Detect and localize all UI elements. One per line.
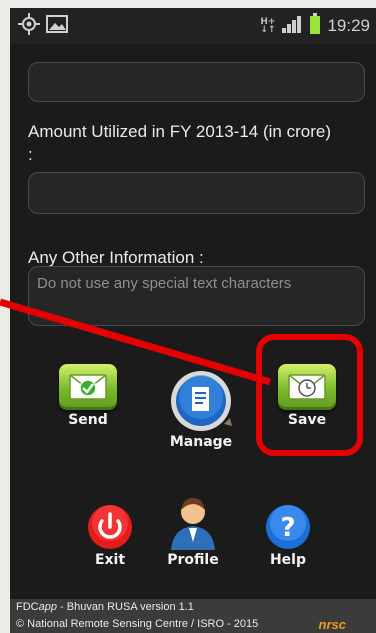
app-version: - Bhuvan RUSA version 1.1: [56, 601, 194, 613]
exit-button[interactable]: Exit: [80, 504, 140, 568]
svg-text:?: ?: [280, 513, 295, 543]
question-icon: ?: [265, 504, 311, 550]
app-screen: H+ ↓↑ 19:29 Amount Utilized in FY 2013-1…: [10, 8, 376, 633]
user-icon: [165, 492, 221, 550]
app-name-prefix: FDC: [16, 601, 39, 613]
battery-icon: [309, 13, 321, 39]
network-type: H+ ↓↑: [260, 18, 276, 35]
crosshair-icon: [18, 13, 40, 39]
amount-utilized-label-text: Amount Utilized in FY 2013-14 (in crore): [28, 122, 331, 141]
app-version-text: FDCapp - Bhuvan RUSA version 1.1: [16, 601, 194, 613]
image-icon: [46, 14, 68, 38]
annotation-highlight-box: [256, 334, 363, 456]
manage-button[interactable]: Manage: [156, 370, 246, 450]
other-information-placeholder: Do not use any special text characters: [37, 275, 292, 292]
document-icon: [170, 370, 232, 432]
app-footer: FDCapp - Bhuvan RUSA version 1.1 © Natio…: [10, 599, 376, 633]
other-information-input[interactable]: Do not use any special text characters: [28, 266, 365, 326]
power-icon: [87, 504, 133, 550]
send-button[interactable]: Send: [48, 364, 128, 428]
status-time: 19:29: [327, 16, 370, 35]
envelope-check-icon: [59, 364, 117, 410]
app-name-italic: app: [38, 601, 57, 613]
send-label: Send: [68, 412, 108, 428]
amount-utilized-input[interactable]: [28, 172, 365, 214]
form-content: Amount Utilized in FY 2013-14 (in crore)…: [10, 44, 376, 599]
manage-label: Manage: [169, 434, 233, 450]
help-button[interactable]: ? Help: [258, 504, 318, 568]
amount-utilized-label: Amount Utilized in FY 2013-14 (in crore)…: [28, 120, 331, 166]
profile-button[interactable]: Profile: [160, 492, 226, 568]
nrsc-logo: nrsc: [318, 617, 346, 632]
copyright-text: © National Remote Sensing Centre / ISRO …: [16, 618, 259, 630]
profile-label: Profile: [167, 552, 219, 568]
previous-field-input[interactable]: [28, 62, 365, 102]
status-bar: H+ ↓↑ 19:29: [10, 8, 376, 44]
network-type-bottom: ↓↑: [260, 25, 276, 35]
amount-utilized-label-colon: :: [28, 145, 33, 164]
help-label: Help: [269, 552, 307, 568]
signal-bars-icon: [281, 14, 303, 38]
exit-label: Exit: [94, 552, 126, 568]
